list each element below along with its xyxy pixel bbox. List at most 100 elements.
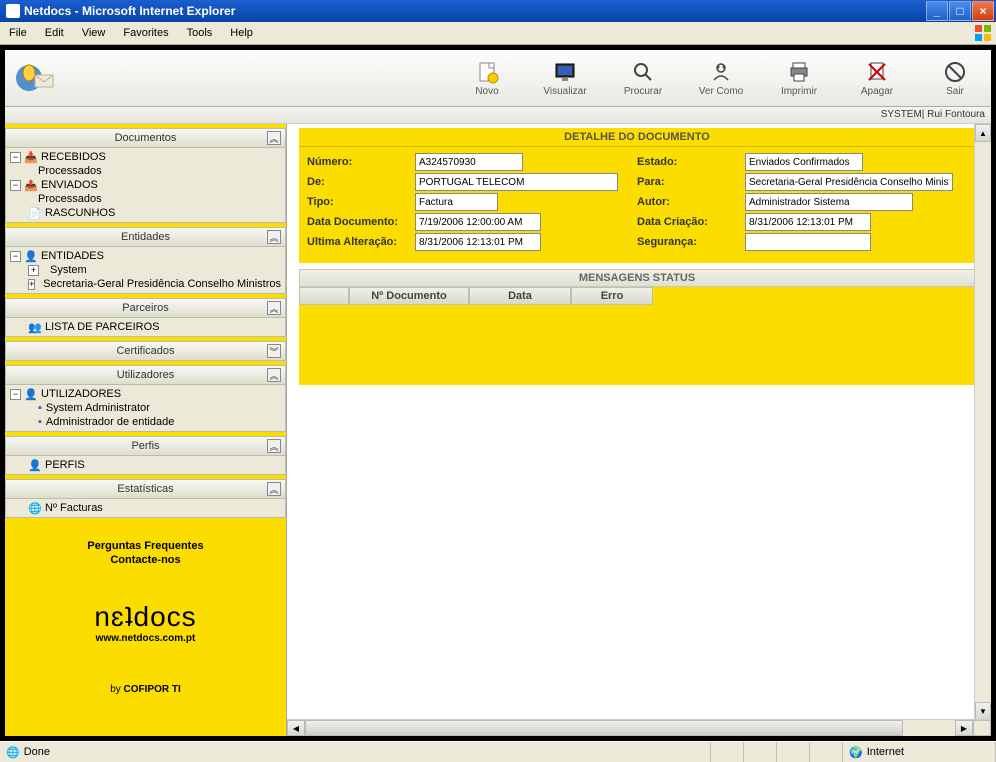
label-ultalt: Ultima Alteração:: [307, 236, 415, 248]
view-as-icon: [708, 59, 734, 85]
field-numero[interactable]: [415, 153, 523, 171]
app-frame: Novo Visualizar Procurar Ver Como Imprim…: [0, 45, 996, 741]
ie-icon: 🌐: [6, 746, 20, 759]
procurar-label: Procurar: [624, 86, 662, 97]
tree-recebidos[interactable]: −📥RECEBIDOS: [6, 150, 285, 164]
section-certificados[interactable]: Certificados ︾: [5, 341, 286, 361]
procurar-button[interactable]: Procurar: [615, 59, 671, 97]
scroll-thumb[interactable]: [305, 720, 903, 736]
scroll-right-icon[interactable]: ▶: [955, 720, 973, 736]
field-autor[interactable]: [745, 193, 913, 211]
windows-logo-icon: [974, 24, 992, 42]
profile-icon: 👤: [28, 459, 42, 471]
vertical-scrollbar[interactable]: ▲ ▼: [974, 124, 991, 720]
label-datadoc: Data Documento:: [307, 216, 415, 228]
scroll-up-icon[interactable]: ▲: [975, 124, 991, 142]
vercomo-button[interactable]: Ver Como: [693, 59, 749, 97]
visualizar-label: Visualizar: [543, 86, 586, 97]
section-title: Certificados: [116, 345, 174, 357]
collapse-icon[interactable]: ︽: [267, 439, 281, 453]
apagar-button[interactable]: Apagar: [849, 59, 905, 97]
globe-icon: 🌐: [28, 502, 42, 514]
novo-button[interactable]: Novo: [459, 59, 515, 97]
field-para[interactable]: [745, 173, 953, 191]
statusbar: 🌐 Done 🌍 Internet: [0, 741, 996, 762]
faq-link[interactable]: Perguntas Frequentes: [7, 540, 284, 552]
scroll-corner: [973, 720, 991, 736]
section-title: Estatísticas: [117, 483, 173, 495]
horizontal-scrollbar[interactable]: ◀ ▶: [287, 719, 991, 736]
menu-edit[interactable]: Edit: [36, 24, 73, 42]
sidebar-footer: Perguntas Frequentes Contacte-nos nɛʇdoc…: [5, 518, 286, 736]
brand-logo: nɛʇdocs: [5, 601, 286, 633]
brand-url[interactable]: www.netdocs.com.pt: [5, 633, 286, 644]
tree-sysadmin[interactable]: ▪System Administrator: [6, 401, 285, 415]
section-documentos[interactable]: Documentos ︽: [5, 128, 286, 148]
scroll-left-icon[interactable]: ◀: [287, 720, 305, 736]
menu-help[interactable]: Help: [221, 24, 262, 42]
field-datadoc[interactable]: [415, 213, 541, 231]
tree-recebidos-proc[interactable]: Processados: [6, 164, 285, 178]
window-titlebar: Netdocs - Microsoft Internet Explorer _ …: [0, 0, 996, 22]
section-utilizadores[interactable]: Utilizadores ︽: [5, 365, 286, 385]
print-icon: [786, 59, 812, 85]
label-de: De:: [307, 176, 415, 188]
menu-favorites[interactable]: Favorites: [114, 24, 177, 42]
imprimir-label: Imprimir: [781, 86, 817, 97]
sair-label: Sair: [946, 86, 964, 97]
sair-button[interactable]: Sair: [927, 59, 983, 97]
app-icon: [6, 4, 20, 18]
tree-rascunhos[interactable]: 📄RASCUNHOS: [6, 206, 285, 220]
col-erro[interactable]: Erro: [571, 287, 653, 305]
visualizar-button[interactable]: Visualizar: [537, 59, 593, 97]
menu-tools[interactable]: Tools: [178, 24, 222, 42]
infobar: SYSTEM| Rui Fontoura: [5, 107, 991, 124]
field-ultalt[interactable]: [415, 233, 541, 251]
tree-nfacturas[interactable]: 🌐Nº Facturas: [6, 501, 285, 515]
imprimir-button[interactable]: Imprimir: [771, 59, 827, 97]
expand-icon[interactable]: ︾: [267, 344, 281, 358]
scroll-down-icon[interactable]: ▼: [975, 702, 991, 720]
novo-label: Novo: [475, 86, 498, 97]
collapse-icon[interactable]: ︽: [267, 301, 281, 315]
section-entidades[interactable]: Entidades ︽: [5, 227, 286, 247]
section-title: Parceiros: [122, 302, 168, 314]
menu-file[interactable]: File: [0, 24, 36, 42]
tree-enviados-proc[interactable]: Processados: [6, 192, 285, 206]
field-seguranca[interactable]: [745, 233, 871, 251]
content-area: DETALHE DO DOCUMENTO Número: De: Tipo: D…: [287, 124, 991, 736]
menu-view[interactable]: View: [73, 24, 115, 42]
field-tipo[interactable]: [415, 193, 498, 211]
tree-entadmin[interactable]: ▪Administrador de entidade: [6, 415, 285, 429]
tree-entidades[interactable]: −👤ENTIDADES: [6, 249, 285, 263]
collapse-icon[interactable]: ︽: [267, 368, 281, 382]
tree-utilizadores[interactable]: −👤UTILIZADORES: [6, 387, 285, 401]
col-selector[interactable]: [299, 287, 349, 305]
collapse-icon[interactable]: ︽: [267, 482, 281, 496]
label-seguranca: Segurança:: [637, 236, 745, 248]
tree-perfis[interactable]: 👤PERFIS: [6, 458, 285, 472]
contact-link[interactable]: Contacte-nos: [7, 554, 284, 566]
field-de[interactable]: [415, 173, 618, 191]
collapse-icon[interactable]: ︽: [267, 131, 281, 145]
tree-system[interactable]: +System: [6, 263, 285, 277]
draft-icon: 📄: [28, 207, 42, 219]
field-estado[interactable]: [745, 153, 863, 171]
col-ndoc[interactable]: Nº Documento: [349, 287, 469, 305]
section-parceiros[interactable]: Parceiros ︽: [5, 298, 286, 318]
section-estatisticas[interactable]: Estatísticas ︽: [5, 479, 286, 499]
messages-panel: MENSAGENS STATUS Nº Documento Data Erro: [299, 269, 975, 305]
detail-panel: DETALHE DO DOCUMENTO Número: De: Tipo: D…: [299, 128, 975, 263]
tree-enviados[interactable]: −📤ENVIADOS: [6, 178, 285, 192]
scroll-track[interactable]: [305, 720, 955, 736]
col-data[interactable]: Data: [469, 287, 571, 305]
minimize-button[interactable]: _: [926, 1, 948, 21]
section-perfis[interactable]: Perfis ︽: [5, 436, 286, 456]
close-button[interactable]: ×: [972, 1, 994, 21]
section-title: Utilizadores: [117, 369, 174, 381]
tree-lista-parceiros[interactable]: 👥LISTA DE PARCEIROS: [6, 320, 285, 334]
field-datacri[interactable]: [745, 213, 871, 231]
maximize-button[interactable]: □: [949, 1, 971, 21]
tree-secretaria[interactable]: +Secretaria-Geral Presidência Conselho M…: [6, 277, 285, 291]
collapse-icon[interactable]: ︽: [267, 230, 281, 244]
